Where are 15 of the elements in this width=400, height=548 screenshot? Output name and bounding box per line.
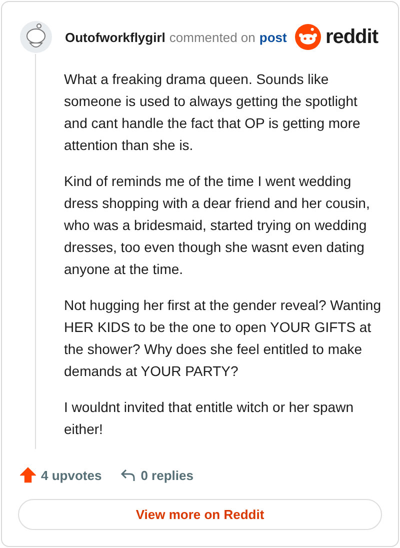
comment-paragraph: Not hugging her first at the gender reveal? Wanting HER KIDS to be the one to open YOUR GIFTS at the shower? Why does she feel entitled to make demands at YOUR PARTY?	[64, 296, 382, 381]
view-more-button[interactable]: View more on Reddit	[18, 499, 382, 530]
logo-text: reddit	[325, 26, 378, 48]
username[interactable]: Outofworkflygirl	[65, 30, 166, 44]
upvote-count: 4 upvotes	[41, 468, 102, 482]
action-text: commented on	[169, 30, 256, 44]
reply-icon[interactable]	[120, 467, 136, 483]
upvote-icon[interactable]	[20, 467, 36, 483]
reply-count: 0 replies	[140, 468, 194, 482]
comment-paragraph: I wouldnt invited that entitle witch or her spawn either!	[64, 398, 354, 439]
post-link[interactable]: post	[259, 30, 287, 44]
comment-paragraph: Kind of reminds me of the time I went wedding dress shopping with a dear friend and her cousin, who was a bridesmaid, started trying on wedding dresses, too even though she wasnt even dating anyone at the time.	[64, 172, 371, 279]
reddit-logo-icon	[295, 24, 322, 50]
comment-paragraph: What a freaking drama queen. Sounds like someone is used to always getting the spotlight and cant handle the fact that OP is getting more attention than she is.	[64, 70, 362, 155]
avatar-icon	[20, 21, 52, 53]
